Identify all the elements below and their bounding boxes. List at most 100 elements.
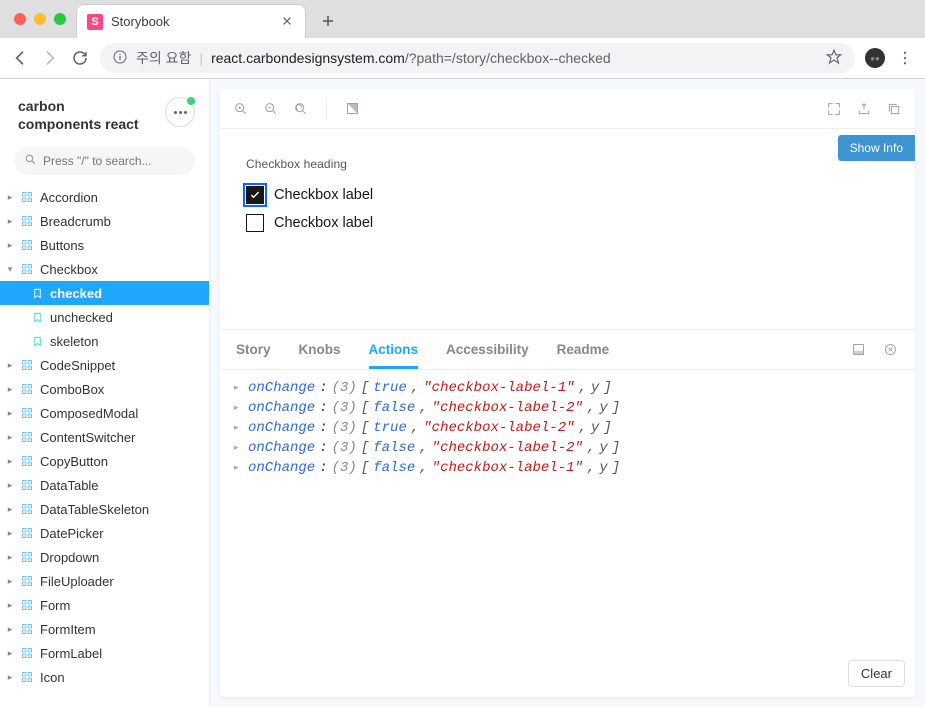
tree-item-datepicker[interactable]: ▸DatePicker: [0, 521, 209, 545]
forward-button[interactable]: [40, 48, 60, 68]
story-icon: [30, 310, 44, 324]
back-button[interactable]: [10, 48, 30, 68]
tree-item-copybutton[interactable]: ▸CopyButton: [0, 449, 209, 473]
site-info-icon[interactable]: [112, 49, 128, 68]
sidebar: carbon components react ▸Accordion ▸ Bread…: [0, 79, 210, 707]
open-new-tab-icon[interactable]: [855, 100, 873, 118]
zoom-reset-icon[interactable]: [292, 100, 310, 118]
caret-icon: ▾: [6, 264, 14, 275]
component-tree: ▸Accordion ▸ Breadcrumb ▸Buttons▾Checkboxch…: [0, 185, 209, 707]
tab-title: Storybook: [111, 14, 273, 29]
fullscreen-icon[interactable]: [825, 100, 843, 118]
log-entry[interactable]: ▸onChange: (3) [false, "checkbox-label-2…: [234, 438, 901, 458]
component-icon: [20, 550, 34, 564]
log-entry[interactable]: ▸onChange: (3) [false, "checkbox-label-1…: [234, 458, 901, 478]
main-area: Show Info Checkbox heading Checkbox labe…: [210, 79, 925, 707]
brand-title: carbon components react: [18, 97, 149, 133]
close-tab-button[interactable]: [281, 15, 295, 29]
tree-item-codesnippet[interactable]: ▸CodeSnippet: [0, 353, 209, 377]
checkbox-input[interactable]: [246, 186, 264, 204]
close-window-button[interactable]: [14, 13, 26, 25]
tree-item-formitem[interactable]: ▸FormItem: [0, 617, 209, 641]
new-tab-button[interactable]: [314, 7, 342, 35]
tree-item-datatable[interactable]: ▸DataTable: [0, 473, 209, 497]
component-icon: [20, 262, 34, 276]
panel-position-icon[interactable]: [849, 341, 867, 359]
background-toggle-icon[interactable]: [343, 100, 361, 118]
copy-link-icon[interactable]: [885, 100, 903, 118]
log-entry[interactable]: ▸onChange: (3) [false, "checkbox-label-2…: [234, 398, 901, 418]
show-info-button[interactable]: Show Info: [838, 135, 915, 161]
tree-item-label: Breadcrumb: [40, 214, 111, 229]
component-icon: [20, 358, 34, 372]
checkbox-row: Checkbox label: [246, 181, 889, 209]
clear-button[interactable]: Clear: [848, 660, 905, 687]
tree-item-label: ContentSwitcher: [40, 430, 135, 445]
sidebar-menu-button[interactable]: [165, 97, 195, 127]
tree-item-formlabel[interactable]: ▸FormLabel: [0, 641, 209, 665]
bookmark-icon[interactable]: [825, 48, 843, 69]
addon-tab-story[interactable]: Story: [236, 330, 271, 369]
addons-panel: Story Knobs Actions Accessibility Readme ▸on…: [220, 329, 915, 697]
tree-story-unchecked[interactable]: unchecked: [0, 305, 209, 329]
component-icon: [20, 670, 34, 684]
maximize-window-button[interactable]: [54, 13, 66, 25]
tree-story-skeleton[interactable]: skeleton: [0, 329, 209, 353]
addon-tab-accessibility[interactable]: Accessibility: [446, 330, 529, 369]
browser-tab[interactable]: S Storybook: [76, 4, 306, 38]
zoom-in-icon[interactable]: [232, 100, 250, 118]
caret-icon: ▸: [6, 528, 14, 539]
tree-item-composedmodal[interactable]: ▸ComposedModal: [0, 401, 209, 425]
addon-tab-readme[interactable]: Readme: [557, 330, 610, 369]
caret-icon: ▸: [6, 384, 14, 395]
addon-tab-actions[interactable]: Actions: [369, 330, 419, 369]
tree-item-fileuploader[interactable]: ▸FileUploader: [0, 569, 209, 593]
tree-item-icon[interactable]: ▸Icon: [0, 665, 209, 689]
caret-icon: ▸: [6, 216, 14, 227]
url-text: react.carbondesignsystem.com/?path=/stor…: [211, 50, 611, 66]
reload-button[interactable]: [70, 48, 90, 68]
component-icon: [20, 382, 34, 396]
component-icon: [20, 574, 34, 588]
log-entry[interactable]: ▸onChange: (3) [true, "checkbox-label-2"…: [234, 418, 901, 438]
canvas-toolbar: [220, 89, 915, 129]
tree-item-label: FormItem: [40, 622, 96, 637]
tree-item-accordion[interactable]: ▸Accordion: [0, 185, 209, 209]
profile-avatar[interactable]: ●●: [865, 48, 885, 68]
tree-item-combobox[interactable]: ▸ComboBox: [0, 377, 209, 401]
search-input[interactable]: [43, 154, 198, 168]
address-row: 주의 요함 | react.carbondesignsystem.com/?pa…: [0, 38, 925, 78]
tree-item-dropdown[interactable]: ▸Dropdown: [0, 545, 209, 569]
component-icon: [20, 430, 34, 444]
browser-menu-button[interactable]: [895, 48, 915, 68]
minimize-window-button[interactable]: [34, 13, 46, 25]
caret-icon: ▸: [6, 600, 14, 611]
component-icon: [20, 454, 34, 468]
tree-item-label: DataTable: [40, 478, 99, 493]
tree-item-checkbox[interactable]: ▾Checkbox: [0, 257, 209, 281]
address-bar[interactable]: 주의 요함 | react.carbondesignsystem.com/?pa…: [100, 43, 855, 73]
tree-item-breadcrumb[interactable]: ▸ Breadcrumb: [0, 209, 209, 233]
zoom-out-icon[interactable]: [262, 100, 280, 118]
component-icon: [20, 622, 34, 636]
close-panel-icon[interactable]: [881, 341, 899, 359]
tree-item-label: Form: [40, 598, 70, 613]
story-preview: Show Info Checkbox heading Checkbox labe…: [220, 129, 915, 329]
search-box[interactable]: [14, 147, 195, 175]
storybook-root: carbon components react ▸Accordion ▸ Bread…: [0, 79, 925, 707]
tree-item-buttons[interactable]: ▸Buttons: [0, 233, 209, 257]
tree-item-datatableskeleton[interactable]: ▸DataTableSkeleton: [0, 497, 209, 521]
tree-item-contentswitcher[interactable]: ▸ContentSwitcher: [0, 425, 209, 449]
tree-item-form[interactable]: ▸ Form: [0, 593, 209, 617]
component-icon: [20, 526, 34, 540]
caret-icon: ▸: [6, 360, 14, 371]
checkbox-input[interactable]: [246, 214, 264, 232]
tree-story-checked[interactable]: checked: [0, 281, 209, 305]
addon-tab-knobs[interactable]: Knobs: [299, 330, 341, 369]
actions-log: ▸onChange: (3) [true, "checkbox-label-1"…: [220, 370, 915, 697]
log-entry[interactable]: ▸onChange: (3) [true, "checkbox-label-1"…: [234, 378, 901, 398]
caret-icon: ▸: [6, 504, 14, 515]
caret-icon: ▸: [6, 576, 14, 587]
component-icon: [20, 598, 34, 612]
component-icon: [20, 238, 34, 252]
